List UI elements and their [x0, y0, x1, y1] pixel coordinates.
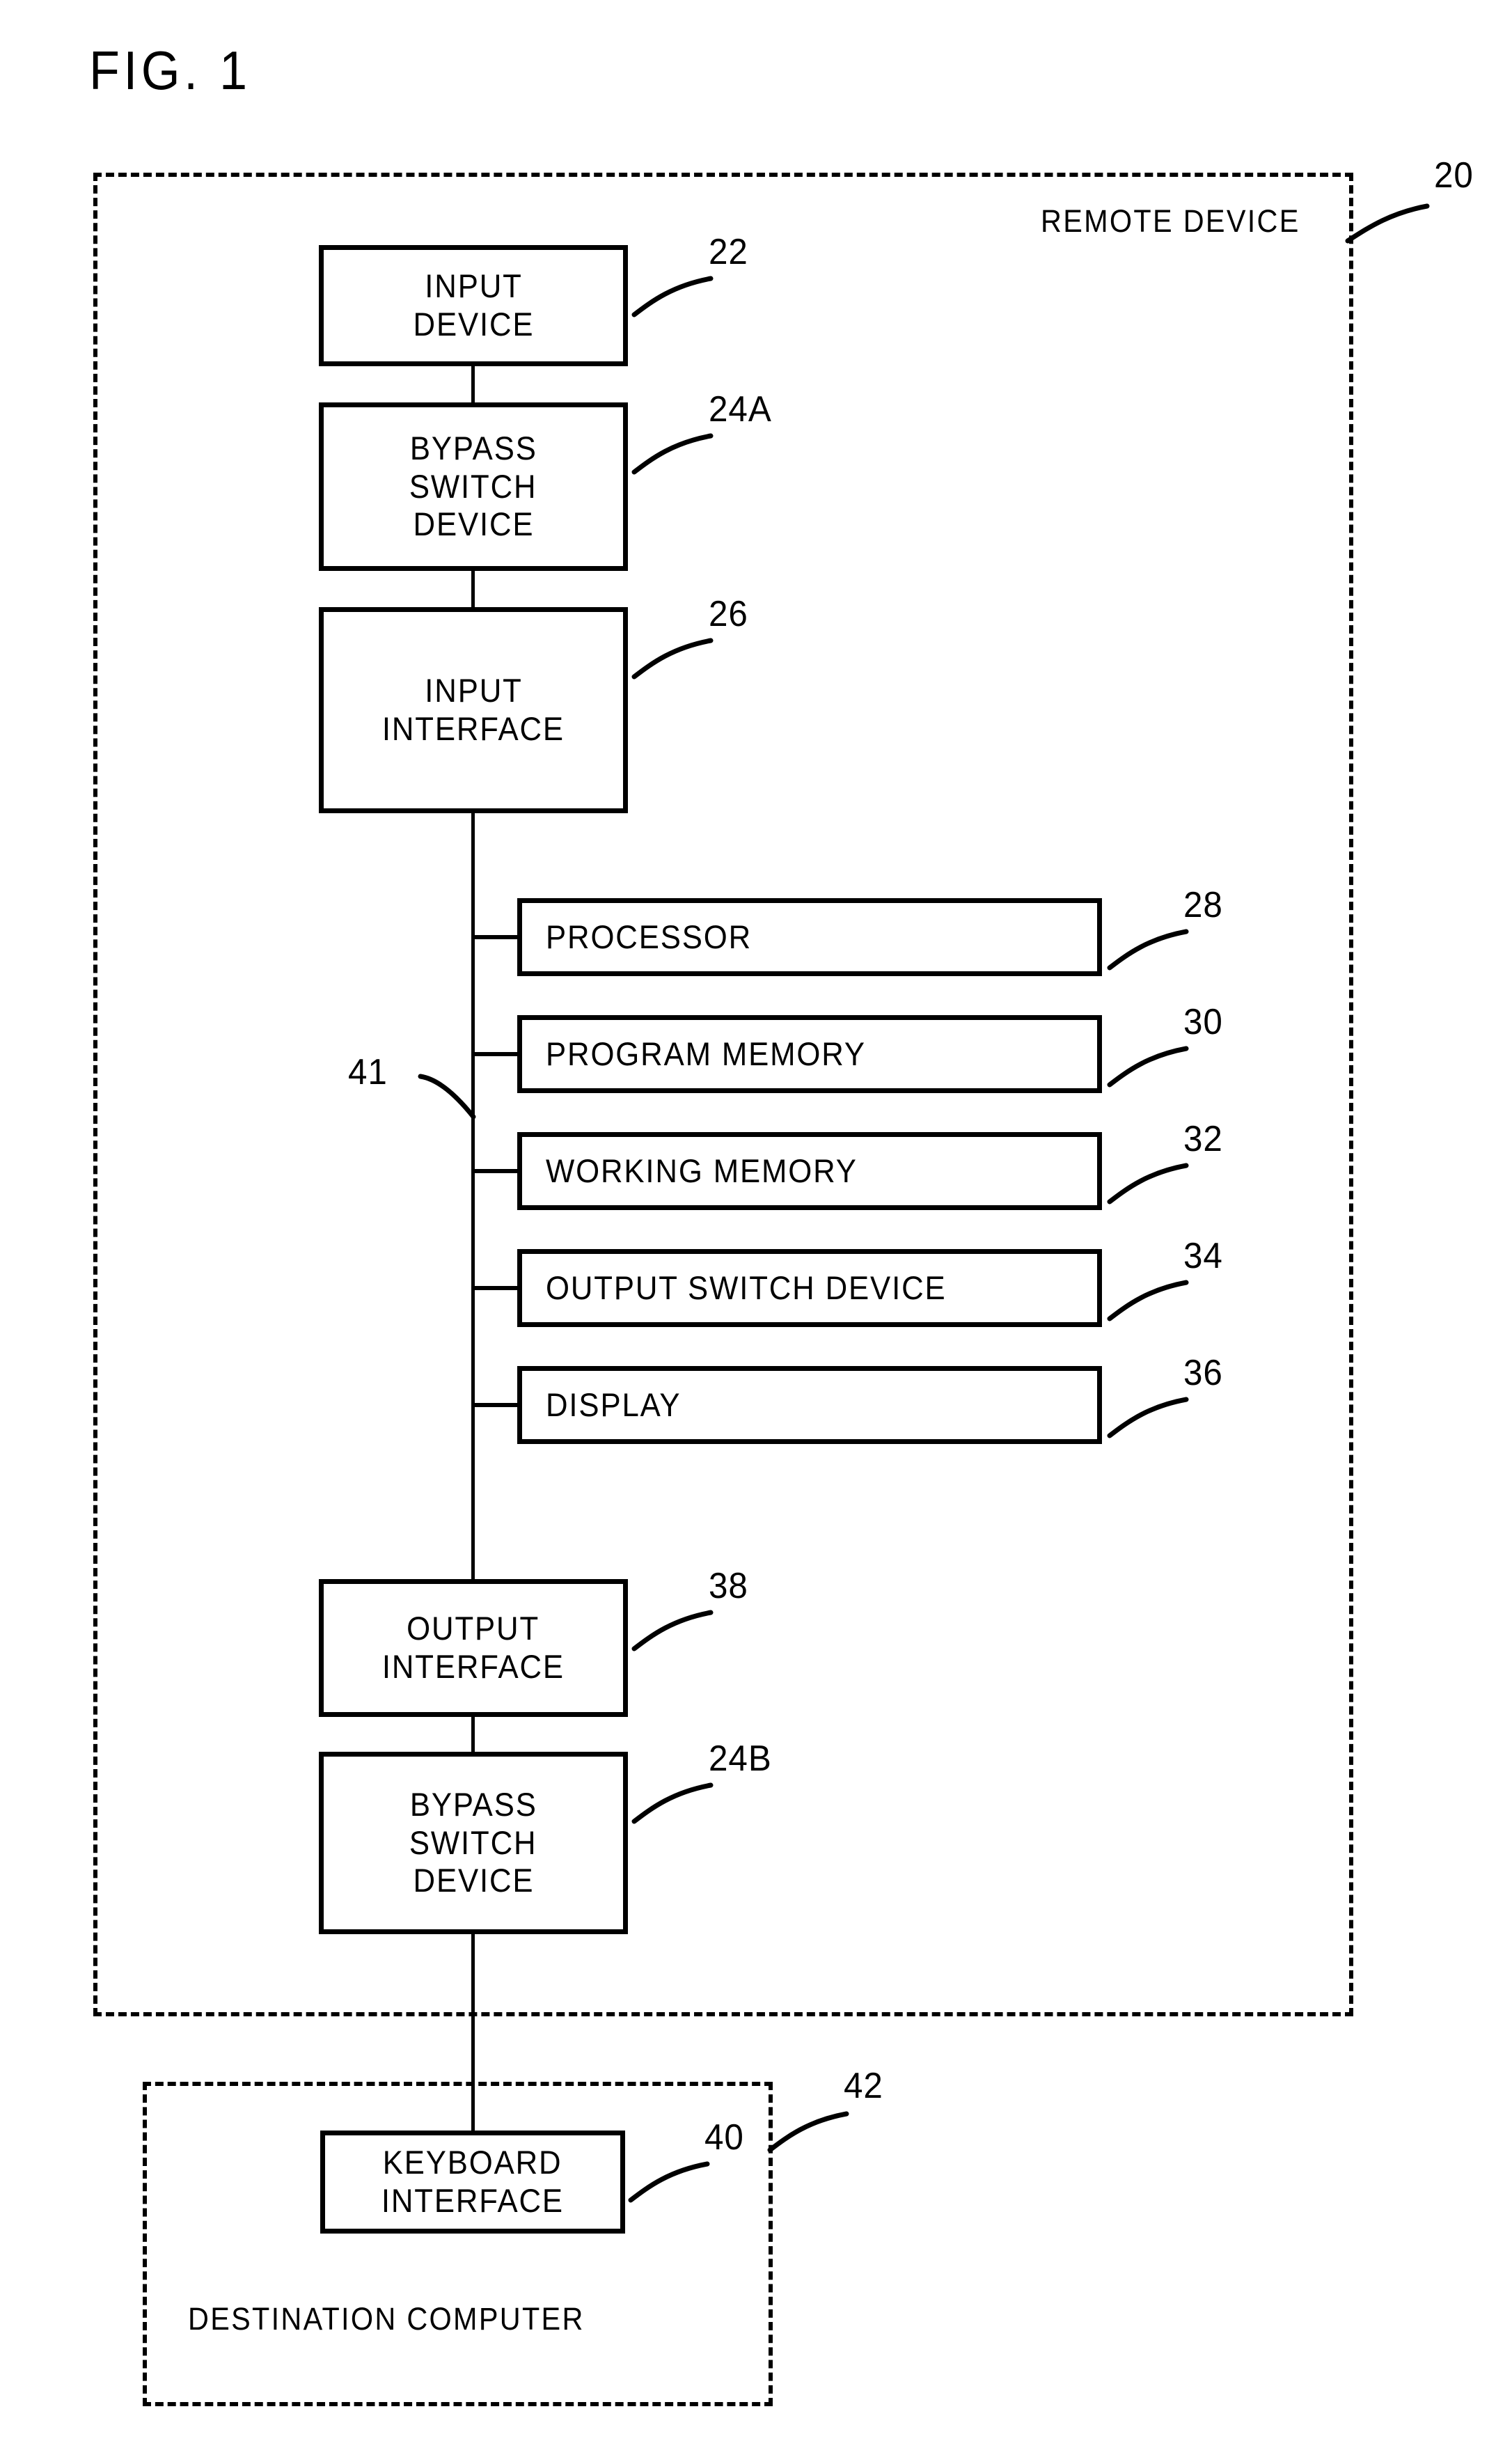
block-bypass-a-line-1: BYPASS [409, 430, 537, 467]
leader-line-working-memory [1107, 1163, 1189, 1205]
bus-stub-output-switch-device [471, 1286, 521, 1290]
leader-line-input-interface [631, 638, 714, 680]
leader-line-keyboard-interface [628, 2161, 710, 2203]
bus-stub-working-memory [471, 1169, 521, 1173]
block-input-device-line-2: DEVICE [413, 306, 534, 343]
block-bypass-b-line-3: DEVICE [413, 1862, 534, 1899]
ref-numeral-internal-bus: 41 [348, 1052, 388, 1092]
block-program-memory-label: PROGRAM MEMORY [546, 1035, 866, 1072]
bus-stub-display [471, 1403, 521, 1407]
ref-numeral-remote-device: 20 [1434, 155, 1474, 196]
ref-numeral-keyboard-interface: 40 [704, 2117, 744, 2158]
ref-numeral-destination-computer: 42 [844, 2066, 883, 2106]
patent-figure-page: FIG. 1 REMOTE DEVICE DESTINATION COMPUTE… [0, 0, 1512, 2448]
block-working-memory-label: WORKING MEMORY [546, 1152, 858, 1189]
leader-line-destination-computer [767, 2111, 849, 2153]
ref-numeral-input-interface: 26 [709, 594, 748, 634]
leader-line-bypass-switch-b [631, 1782, 714, 1824]
leader-line-display [1107, 1397, 1189, 1438]
leader-line-bypass-switch-a [631, 433, 714, 475]
block-output-switch-device-label: OUTPUT SWITCH DEVICE [546, 1269, 947, 1306]
block-processor-label: PROCESSOR [546, 918, 753, 955]
block-output-interface-line-2: INTERFACE [381, 1648, 565, 1685]
connector-bypass-b-to-keyboard-interface [471, 1930, 475, 2135]
connector-input-device-to-bypass-a [471, 362, 475, 405]
leader-line-input-device [631, 276, 714, 317]
block-processor[interactable]: PROCESSOR [517, 898, 1102, 976]
bus-stub-program-memory [471, 1052, 521, 1056]
ref-numeral-bypass-switch-a: 24A [709, 389, 772, 430]
ref-numeral-processor: 28 [1183, 885, 1223, 925]
ref-numeral-program-memory: 30 [1183, 1002, 1223, 1042]
ref-numeral-bypass-switch-b: 24B [709, 1739, 772, 1779]
leader-line-output-switch-device [1107, 1280, 1189, 1321]
leader-line-remote-device [1345, 203, 1430, 244]
ref-numeral-working-memory: 32 [1183, 1119, 1223, 1159]
block-input-interface-line-1: INPUT [424, 672, 523, 709]
remote-device-label: REMOTE DEVICE [1041, 203, 1300, 239]
destination-computer-label: DESTINATION COMPUTER [188, 2301, 585, 2337]
block-display-label: DISPLAY [546, 1386, 682, 1423]
leader-line-internal-bus [418, 1074, 476, 1120]
block-program-memory[interactable]: PROGRAM MEMORY [517, 1015, 1102, 1093]
figure-title: FIG. 1 [89, 40, 251, 101]
block-working-memory[interactable]: WORKING MEMORY [517, 1132, 1102, 1210]
leader-line-program-memory [1107, 1046, 1189, 1088]
leader-line-processor [1107, 929, 1189, 971]
internal-bus-line [471, 809, 475, 1582]
block-bypass-a-line-3: DEVICE [413, 505, 534, 543]
block-keyboard-interface[interactable]: KEYBOARD INTERFACE [320, 2131, 625, 2234]
block-input-interface[interactable]: INPUT INTERFACE [319, 607, 628, 813]
block-bypass-b-line-1: BYPASS [409, 1786, 537, 1823]
connector-output-interface-to-bypass-b [471, 1713, 475, 1756]
block-keyboard-interface-line-1: KEYBOARD [383, 2144, 562, 2181]
block-keyboard-interface-line-2: INTERFACE [381, 2182, 565, 2219]
block-input-interface-line-2: INTERFACE [381, 710, 565, 747]
ref-numeral-output-interface: 38 [709, 1566, 748, 1606]
block-input-device-line-1: INPUT [424, 267, 523, 305]
block-output-interface-line-1: OUTPUT [407, 1610, 540, 1647]
block-bypass-switch-device-b[interactable]: BYPASS SWITCH DEVICE [319, 1752, 628, 1934]
block-bypass-a-line-2: SWITCH [409, 467, 537, 505]
ref-numeral-input-device: 22 [709, 232, 748, 272]
block-input-device[interactable]: INPUT DEVICE [319, 245, 628, 366]
block-display[interactable]: DISPLAY [517, 1366, 1102, 1444]
block-output-interface[interactable]: OUTPUT INTERFACE [319, 1579, 628, 1717]
block-bypass-b-line-2: SWITCH [409, 1823, 537, 1861]
leader-line-output-interface [631, 1610, 714, 1651]
ref-numeral-output-switch-device: 34 [1183, 1236, 1223, 1276]
ref-numeral-display: 36 [1183, 1353, 1223, 1393]
bus-stub-processor [471, 935, 521, 939]
block-output-switch-device[interactable]: OUTPUT SWITCH DEVICE [517, 1249, 1102, 1327]
connector-bypass-a-to-input-interface [471, 567, 475, 610]
block-bypass-switch-device-a[interactable]: BYPASS SWITCH DEVICE [319, 402, 628, 571]
